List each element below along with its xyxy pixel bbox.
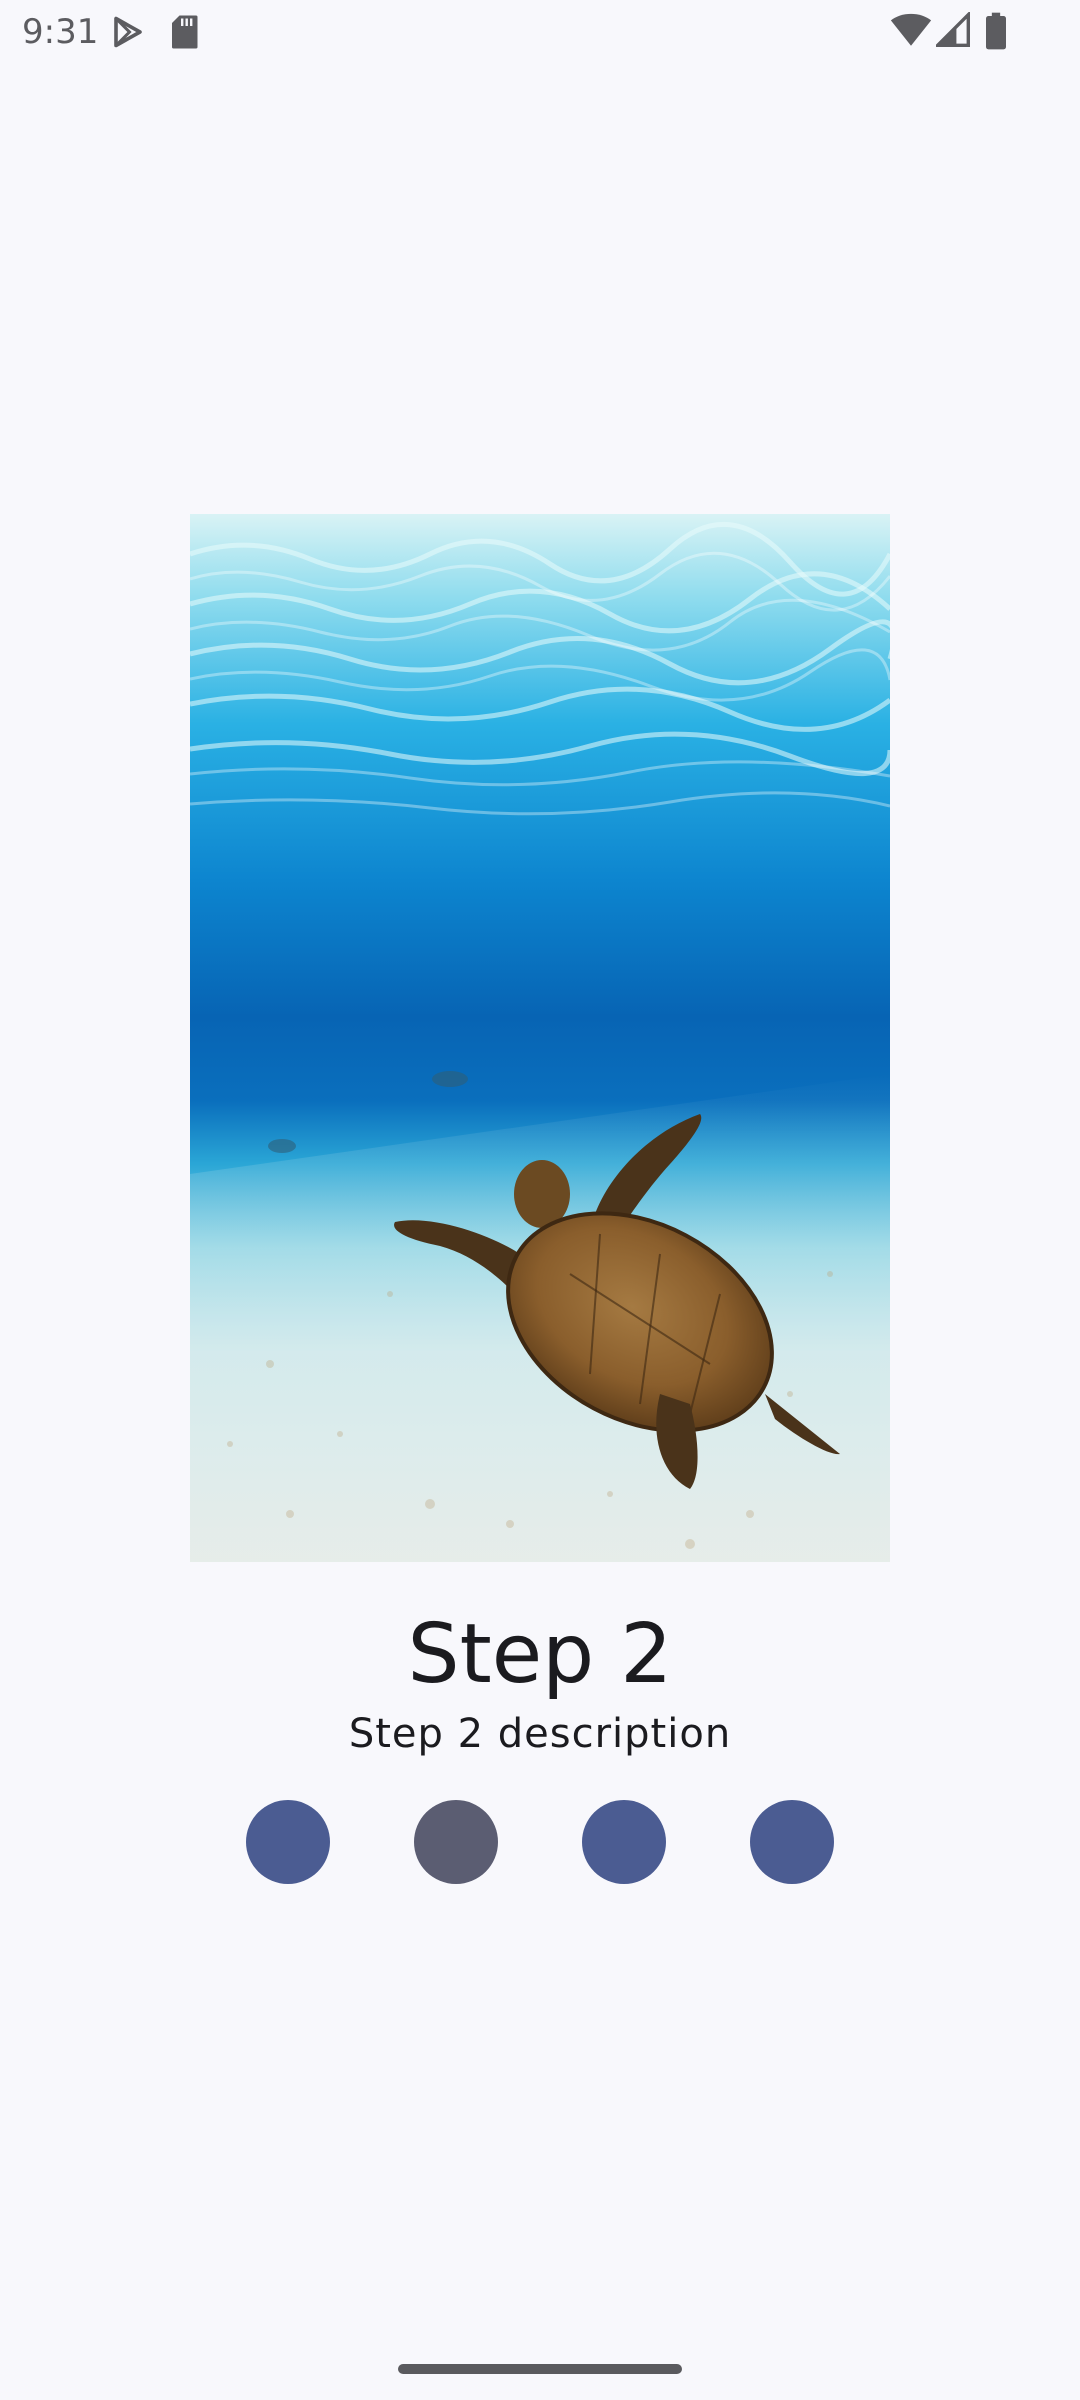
pager-indicator <box>0 1800 1080 1886</box>
onboarding-screen: 9:31 Step 2 Step 2 description <box>0 0 1080 2400</box>
play-store-icon <box>110 14 146 55</box>
hero-image <box>190 514 890 1562</box>
step-title: Step 2 <box>407 1607 673 1702</box>
step-description: Step 2 description <box>348 1711 732 1757</box>
pager-dot-4[interactable] <box>750 1800 834 1884</box>
gesture-nav-handle[interactable] <box>398 2364 682 2374</box>
pager-dot-2[interactable] <box>414 1800 498 1884</box>
status-time: 9:31 <box>22 12 99 52</box>
battery-icon <box>986 12 1006 55</box>
sd-card-icon <box>168 14 200 55</box>
pager-dot-3[interactable] <box>582 1800 666 1884</box>
pager-dot-1[interactable] <box>246 1800 330 1884</box>
signal-icon <box>933 10 970 53</box>
wifi-icon <box>890 12 932 53</box>
status-bar: 9:31 <box>0 0 1080 64</box>
